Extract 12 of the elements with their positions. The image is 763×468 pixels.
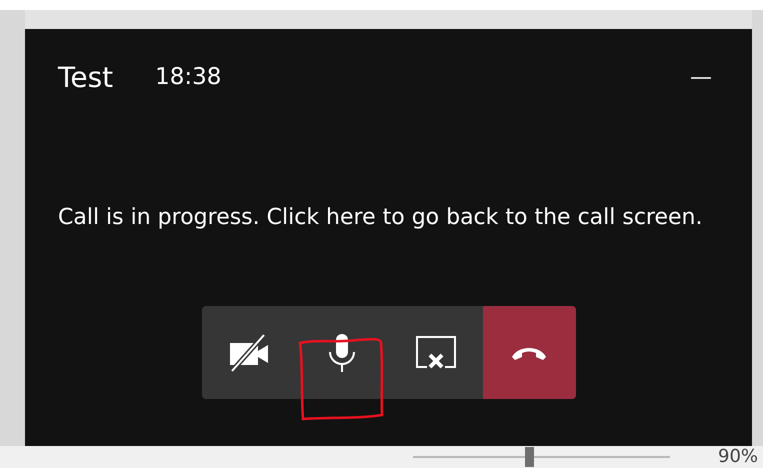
stop-share-icon bbox=[414, 334, 457, 370]
scrollbar[interactable] bbox=[752, 10, 763, 446]
call-banner[interactable]: Test 18:38 — Call is in progress. Click here to go back to the call screen. bbox=[25, 29, 752, 446]
call-message[interactable]: Call is in progress. Click here to go back to the call screen. bbox=[58, 205, 752, 230]
microphone-icon bbox=[327, 332, 358, 374]
hang-up-button[interactable] bbox=[482, 306, 576, 399]
zoom-percentage: 90% bbox=[718, 446, 758, 468]
meeting-title: Test bbox=[58, 60, 114, 94]
camera-off-icon bbox=[228, 332, 270, 372]
zoom-thumb[interactable] bbox=[524, 447, 534, 467]
call-time: 18:38 bbox=[155, 64, 222, 90]
minimize-button[interactable]: — bbox=[690, 64, 712, 90]
